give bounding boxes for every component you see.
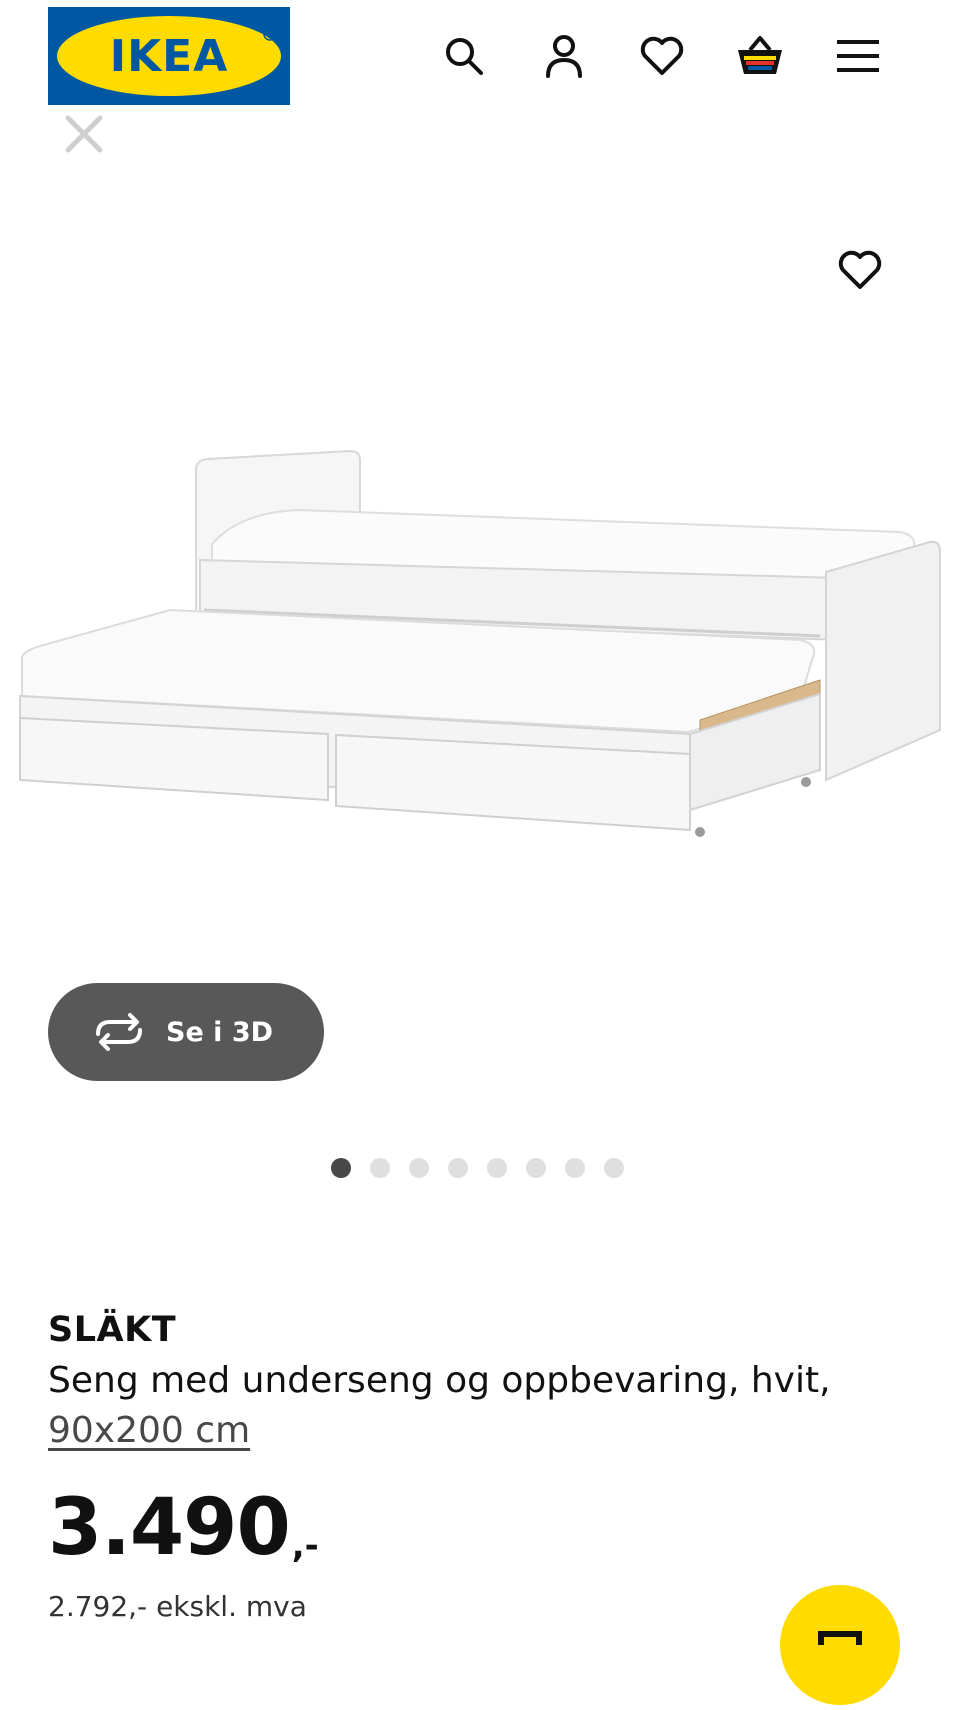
carousel-dot[interactable] [370, 1158, 390, 1178]
carousel-dot[interactable] [448, 1158, 468, 1178]
top-navigation-bar: IKEA R [0, 0, 960, 110]
product-size-link[interactable]: 90x200 cm [48, 1406, 250, 1456]
price-excl-vat: 2.792,- ekskl. mva [48, 1590, 307, 1623]
view-in-3d-button[interactable]: Se i 3D [48, 983, 324, 1081]
view-in-3d-label: Se i 3D [166, 1016, 274, 1048]
carousel-dot[interactable] [526, 1158, 546, 1178]
price-amount: 3.490 [48, 1483, 291, 1573]
product-price: 3.490 ,- [48, 1488, 319, 1568]
svg-text:R: R [267, 31, 273, 40]
svg-text:IKEA: IKEA [110, 31, 229, 82]
wishlist-heart-icon[interactable] [636, 30, 688, 82]
carousel-dot[interactable] [565, 1158, 585, 1178]
carousel-dot[interactable] [604, 1158, 624, 1178]
cart-icon[interactable] [734, 30, 786, 82]
favorite-heart-icon[interactable] [832, 242, 888, 298]
rotate-3d-icon [96, 1013, 142, 1051]
carousel-dot[interactable] [331, 1158, 351, 1178]
price-suffix: ,- [291, 1526, 319, 1566]
product-image[interactable] [0, 160, 960, 1000]
image-carousel-indicator [331, 1158, 643, 1180]
product-description: Seng med underseng og oppbevaring, hvit, [48, 1360, 831, 1401]
menu-icon[interactable] [832, 30, 884, 82]
carousel-dot[interactable] [487, 1158, 507, 1178]
close-icon[interactable] [60, 110, 108, 158]
search-icon[interactable] [438, 30, 490, 82]
ikea-logo[interactable]: IKEA R [48, 7, 290, 105]
carousel-dot[interactable] [409, 1158, 429, 1178]
product-name: SLÄKT [48, 1310, 177, 1350]
user-icon[interactable] [538, 30, 590, 82]
cart-icon [818, 1631, 862, 1645]
add-to-cart-fab[interactable] [780, 1585, 900, 1705]
